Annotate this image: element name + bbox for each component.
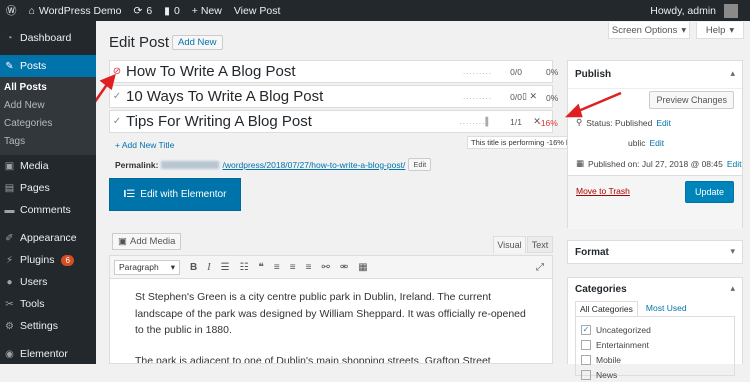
brush-icon: ✐: [5, 232, 14, 244]
updates-link[interactable]: ⟳ 6: [128, 0, 159, 21]
sidebar-item-pages[interactable]: ▤ Pages: [0, 177, 96, 199]
avatar: [724, 3, 738, 18]
dashboard-icon: ◔: [6, 32, 13, 44]
users-icon: ●: [6, 276, 13, 288]
submenu-categories[interactable]: Categories: [0, 115, 96, 133]
annotation-arrows: [96, 73, 622, 118]
sidebar-item-settings[interactable]: ⚙ Settings: [0, 315, 96, 337]
new-content-link[interactable]: + New: [186, 0, 228, 21]
comment-icon: ▮: [164, 4, 170, 17]
checkbox[interactable]: [581, 369, 591, 380]
list-item[interactable]: News: [581, 367, 729, 382]
pin-icon: ✎: [5, 60, 14, 72]
main-content: Screen Options ▾ Help ▾ Edit Post Add New …: [96, 21, 750, 380]
red-arrow-left: [96, 73, 116, 103]
red-arrow-right: [564, 91, 622, 118]
pages-icon: ▤: [4, 182, 15, 194]
site-name-link[interactable]: ⌂ WordPress Demo: [23, 0, 128, 21]
media-icon: ▣: [4, 160, 15, 172]
settings-icon: ⚙: [5, 320, 14, 332]
sidebar-item-plugins[interactable]: ⚡ Plugins 6: [0, 249, 96, 271]
wordpress-icon: Ⓦ: [6, 5, 17, 17]
admin-sidebar: ◔ Dashboard ✎ Posts All Posts Add New Cate…: [0, 21, 96, 364]
posts-submenu: All Posts Add New Categories Tags: [0, 77, 96, 155]
plugin-icon: ⚡: [5, 254, 14, 266]
sidebar-item-appearance[interactable]: ✐ Appearance: [0, 227, 96, 249]
sidebar-item-comments[interactable]: ▬ Comments: [0, 199, 96, 221]
view-post-link[interactable]: View Post: [228, 0, 287, 21]
sidebar-item-media[interactable]: ▣ Media: [0, 155, 96, 177]
comments-icon: ▬: [4, 204, 15, 216]
account-menu[interactable]: Howdy, admin: [644, 0, 744, 21]
submenu-all-posts[interactable]: All Posts: [0, 79, 96, 97]
updates-icon: ⟳: [133, 4, 143, 17]
wordpress-logo[interactable]: Ⓦ: [0, 0, 23, 21]
wrench-icon: ✂: [5, 298, 14, 310]
sidebar-item-dashboard[interactable]: ◔ Dashboard: [0, 27, 96, 49]
plugins-badge: 6: [61, 254, 74, 266]
sidebar-item-users[interactable]: ● Users: [0, 271, 96, 293]
home-icon: ⌂: [28, 4, 35, 17]
sidebar-item-tools[interactable]: ✂ Tools: [0, 293, 96, 315]
elementor-icon: ◉: [5, 348, 14, 360]
submenu-tags[interactable]: Tags: [0, 133, 96, 151]
admin-bar: Ⓦ ⌂ WordPress Demo ⟳ 6 ▮ 0 + New View Post …: [0, 0, 750, 21]
submenu-add-new[interactable]: Add New: [0, 97, 96, 115]
sidebar-item-elementor[interactable]: ◉ Elementor: [0, 343, 96, 365]
sidebar-item-posts[interactable]: ✎ Posts: [0, 55, 96, 77]
comments-link[interactable]: ▮ 0: [158, 0, 186, 21]
